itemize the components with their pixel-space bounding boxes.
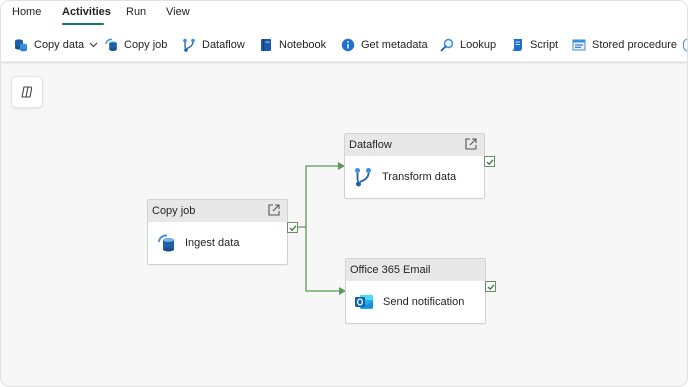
app-frame: Home Activities Run View Copy data Copy … [0,0,688,387]
connector-to-email [305,227,339,292]
outlook-icon [354,292,374,312]
open-external-icon[interactable] [464,137,478,151]
node-type-label: Dataflow [349,139,392,151]
node-header: Office 365 Email [346,259,485,281]
node-body: Ingest data [148,222,287,264]
node-body: Send notification [346,281,485,323]
on-success-checkbox[interactable] [287,222,298,233]
copy-job-icon [156,233,176,253]
activity-node-dataflow[interactable]: Dataflow Transform data [344,133,485,199]
node-body: Transform data [345,156,484,198]
connector-to-dataflow [297,165,338,228]
dataflow-icon [353,167,373,187]
checkmark-icon [486,158,493,165]
node-header: Copy job [148,200,287,222]
node-type-label: Office 365 Email [350,264,431,276]
checkmark-icon [289,224,296,231]
node-header: Dataflow [345,134,484,156]
checkmark-icon [487,283,494,290]
node-type-label: Copy job [152,205,196,217]
node-name-label: Ingest data [185,237,240,249]
open-external-icon[interactable] [267,203,281,217]
node-name-label: Transform data [382,171,457,183]
activity-node-office365-email[interactable]: Office 365 Email Send notification [345,258,486,324]
on-success-checkbox[interactable] [484,156,495,167]
activity-node-copy-job[interactable]: Copy job Ingest data [147,199,288,265]
on-success-checkbox[interactable] [485,281,496,292]
node-name-label: Send notification [383,296,465,308]
